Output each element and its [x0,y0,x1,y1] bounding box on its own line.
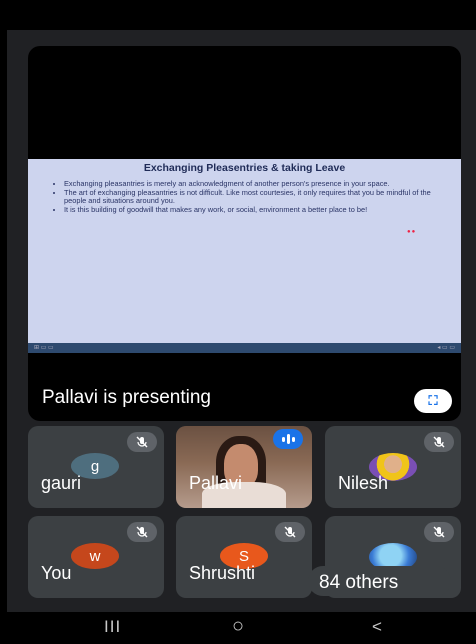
presenting-label: Pallavi is presenting [42,387,211,408]
participant-tile-gauri[interactable]: g gauri [28,426,164,508]
taskbar-left-icons: ⊞ ▭ ▭ [34,345,54,351]
participant-tile-pallavi[interactable]: Pallavi [176,426,312,508]
home-icon[interactable]: ○ [232,615,244,638]
slide-bullet: The art of exchanging pleasantries is no… [64,188,449,206]
fullscreen-icon: ⛶ [428,393,438,408]
presentation-stage[interactable]: Exchanging Pleasentries & taking Leave E… [28,46,461,421]
participant-name: Nilesh [338,473,389,493]
meeting-screen: Exchanging Pleasentries & taking Leave E… [0,0,476,644]
mic-off-icon [424,522,454,542]
shared-slide: Exchanging Pleasentries & taking Leave E… [28,159,461,353]
system-nav-bar: III ○ < [0,612,476,644]
slide-title: Exchanging Pleasentries & taking Leave [143,162,346,174]
avatar: w [71,543,119,569]
back-icon[interactable]: < [372,617,382,637]
mic-off-icon [127,432,157,452]
participant-name: Pallavi [189,473,243,493]
slide-decoration-icon: ●● [407,229,417,235]
fullscreen-button[interactable]: ⛶ [414,389,452,413]
others-count: 84 others [319,572,399,593]
participant-name: You [41,563,72,583]
participant-tile-shrushti[interactable]: S Shrushti [176,516,312,598]
participant-tile-nilesh[interactable]: Nilesh [325,426,461,508]
participant-name: Shrushti [189,563,256,583]
taskbar-right-icons: ◂ ▭ ▭ [437,345,455,351]
mic-off-icon [127,522,157,542]
mic-off-icon [424,432,454,452]
mic-off-icon [275,522,305,542]
participant-tile-you[interactable]: w You [28,516,164,598]
slide-taskbar: ⊞ ▭ ▭ ◂ ▭ ▭ [28,343,461,353]
recents-icon[interactable]: III [104,617,121,637]
slide-content: Exchanging Pleasentries & taking Leave E… [28,159,461,343]
participant-name: gauri [41,473,82,493]
audio-level-icon [273,429,303,449]
slide-bullets: Exchanging pleasantries is merely an ack… [54,179,449,215]
slide-bullet: It is this building of goodwill that mak… [64,205,449,215]
